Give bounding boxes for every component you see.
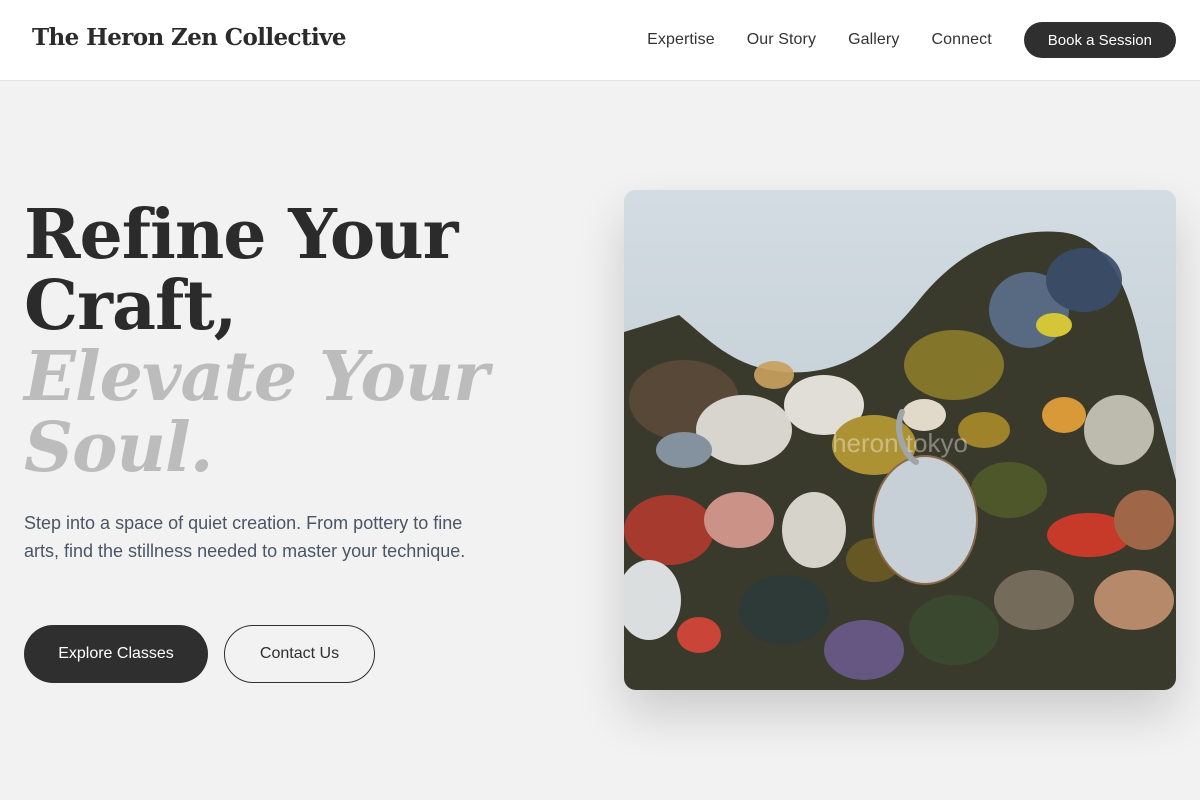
hero-title-line-4: Soul. [24,408,213,488]
book-session-button[interactable]: Book a Session [1023,22,1176,58]
site-header: The Heron Zen Collective Expertise Our S… [0,0,1200,81]
image-watermark: heron tokyo [832,428,968,458]
nav-link-gallery[interactable]: Gallery [848,31,899,49]
nav-link-connect[interactable]: Connect [931,31,991,49]
hero-title-line-3: Elevate Your [24,337,489,417]
hero-title-line-2: Craft, [24,266,237,346]
hero-title: Refine Your Craft, Elevate Your Soul. [24,195,489,488]
hero-title-line-1: Refine Your [24,195,459,275]
hero-image-palette: heron tokyo [624,190,1176,690]
contact-us-button[interactable]: Contact Us [224,625,375,683]
hero-actions: Explore Classes Contact Us [24,625,375,683]
site-logo[interactable]: The Heron Zen Collective [32,24,347,51]
nav-link-expertise[interactable]: Expertise [647,31,715,49]
nav-link-our-story[interactable]: Our Story [747,31,816,49]
main-nav: Expertise Our Story Gallery Connect Book… [647,22,1176,58]
hero-subtitle: Step into a space of quiet creation. Fro… [24,513,466,561]
palette-illustration: heron tokyo [624,190,1176,690]
explore-classes-button[interactable]: Explore Classes [24,625,208,683]
